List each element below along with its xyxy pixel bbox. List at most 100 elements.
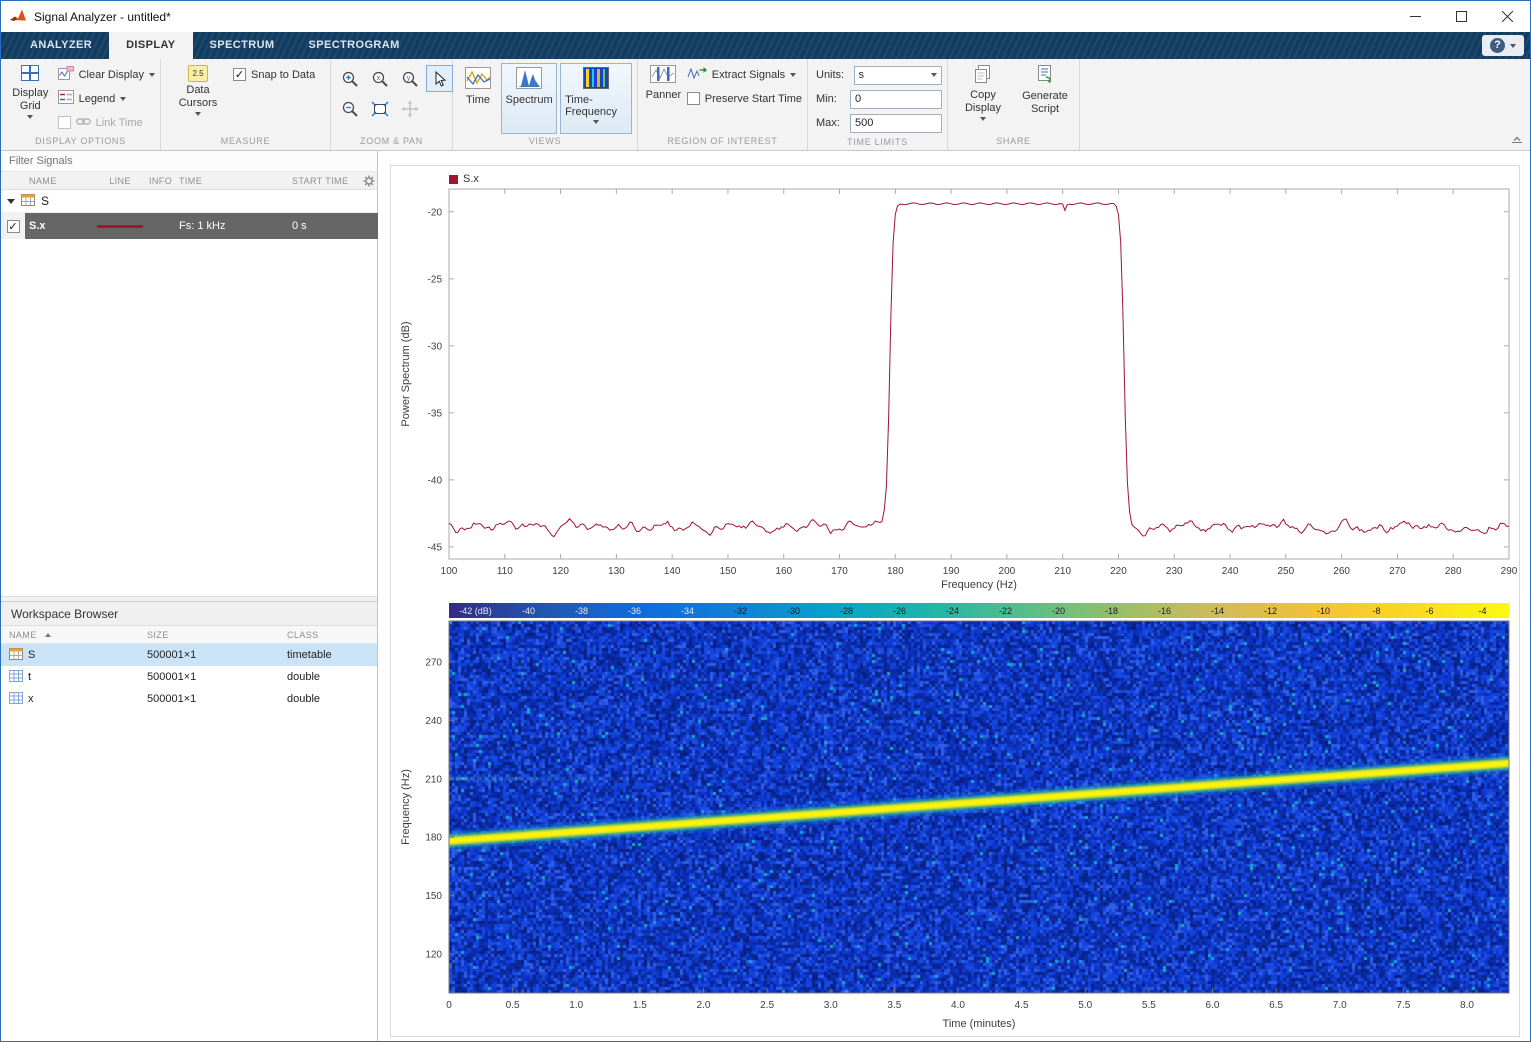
fit-to-view-icon bbox=[371, 100, 389, 118]
collapse-triangle-icon[interactable] bbox=[7, 199, 15, 204]
colorbar-tick-label: -4 bbox=[1478, 606, 1486, 616]
zoom-in-button[interactable] bbox=[336, 65, 363, 92]
clear-display-label: Clear Display bbox=[79, 69, 144, 81]
max-label: Max: bbox=[816, 117, 845, 129]
clear-display-icon bbox=[58, 66, 74, 83]
svg-text:290: 290 bbox=[1501, 566, 1518, 577]
svg-text:7.5: 7.5 bbox=[1396, 1000, 1410, 1011]
svg-text:0.5: 0.5 bbox=[506, 1000, 520, 1011]
workspace-column-name[interactable]: NAME bbox=[1, 630, 141, 640]
svg-text:5.5: 5.5 bbox=[1142, 1000, 1156, 1011]
help-icon: ? bbox=[1490, 38, 1505, 53]
units-select[interactable]: s bbox=[854, 66, 942, 85]
preserve-start-time-checkbox[interactable]: Preserve Start Time bbox=[687, 87, 802, 110]
colorbar-tick-label: -14 bbox=[1211, 606, 1224, 616]
snap-to-data-checkbox[interactable]: ✓ Snap to Data bbox=[233, 63, 315, 86]
display-grid-button[interactable]: Display Grid bbox=[6, 63, 55, 134]
clear-display-button[interactable]: Clear Display bbox=[58, 63, 155, 86]
zoom-out-icon bbox=[341, 100, 359, 118]
signal-name: S.x bbox=[25, 213, 91, 239]
time-view-label: Time bbox=[466, 94, 490, 106]
max-time-input[interactable] bbox=[850, 114, 942, 133]
table-settings-button[interactable] bbox=[360, 175, 378, 187]
fit-to-view-button[interactable] bbox=[366, 95, 393, 122]
svg-text:7.0: 7.0 bbox=[1333, 1000, 1347, 1011]
filter-signals-input[interactable] bbox=[1, 151, 377, 172]
zoom-in-y-button[interactable]: y bbox=[396, 65, 423, 92]
legend-button[interactable]: Legend bbox=[58, 87, 155, 110]
svg-text:270: 270 bbox=[1389, 566, 1406, 577]
svg-text:130: 130 bbox=[608, 566, 625, 577]
column-info[interactable]: INFO bbox=[149, 176, 175, 186]
data-cursors-button[interactable]: 2.5 Data Cursors bbox=[166, 63, 230, 134]
zoom-out-button[interactable] bbox=[336, 95, 363, 122]
tab-display[interactable]: DISPLAY bbox=[109, 32, 192, 59]
close-button[interactable] bbox=[1484, 1, 1530, 32]
workspace-row-S[interactable]: S 500001×1 timetable bbox=[1, 644, 377, 666]
svg-text:230: 230 bbox=[1166, 566, 1183, 577]
collapse-ribbon-button[interactable] bbox=[1511, 133, 1523, 147]
maximize-button[interactable] bbox=[1438, 1, 1484, 32]
section-label: ZOOM & PAN bbox=[331, 134, 452, 150]
link-time-label: Link Time bbox=[96, 117, 143, 129]
min-time-input[interactable] bbox=[850, 90, 942, 109]
section-label: DISPLAY OPTIONS bbox=[1, 134, 160, 150]
section-measure: 2.5 Data Cursors ✓ Snap to Data MEASURE bbox=[161, 59, 331, 150]
spectrogram-image[interactable] bbox=[449, 621, 1509, 993]
chevron-down-icon bbox=[790, 73, 796, 77]
workspace-row-x[interactable]: x 500001×1 double bbox=[1, 688, 377, 710]
legend-label: Legend bbox=[79, 93, 116, 105]
workspace-row-t[interactable]: t 500001×1 double bbox=[1, 666, 377, 688]
column-start-time[interactable]: START TIME bbox=[290, 176, 360, 186]
column-time[interactable]: TIME bbox=[175, 176, 290, 186]
data-cursors-label: Data Cursors bbox=[168, 84, 228, 110]
matrix-icon bbox=[9, 670, 23, 685]
svg-text:y: y bbox=[406, 75, 410, 82]
help-button[interactable]: ? bbox=[1482, 35, 1524, 56]
tab-analyzer[interactable]: ANALYZER bbox=[13, 32, 109, 59]
svg-text:220: 220 bbox=[1110, 566, 1127, 577]
signal-group-row[interactable]: S bbox=[1, 190, 377, 213]
chevron-down-icon bbox=[980, 117, 986, 121]
signal-row-sx[interactable]: ✓ S.x Fs: 1 kHz 0 s bbox=[1, 213, 377, 239]
svg-text:120: 120 bbox=[425, 950, 442, 961]
generate-script-button[interactable]: Generate Script bbox=[1016, 63, 1074, 134]
svg-text:2.0: 2.0 bbox=[697, 1000, 711, 1011]
chevron-down-icon bbox=[195, 112, 201, 116]
power-spectrum-axes[interactable]: 1001101201301401501601701801902002102202… bbox=[391, 166, 1521, 596]
signal-visible-checkbox[interactable]: ✓ bbox=[7, 220, 20, 233]
pan-button[interactable] bbox=[396, 95, 423, 122]
tab-spectrogram[interactable]: SPECTROGRAM bbox=[291, 32, 416, 59]
svg-text:5.0: 5.0 bbox=[1078, 1000, 1092, 1011]
link-time-checkbox[interactable]: Link Time bbox=[58, 111, 155, 134]
extract-signals-button[interactable]: Extract Signals bbox=[687, 63, 802, 86]
zoom-in-x-button[interactable]: x bbox=[366, 65, 393, 92]
spectrum-view-button[interactable]: Spectrum bbox=[501, 63, 557, 134]
units-label: Units: bbox=[816, 69, 849, 81]
svg-text:1.0: 1.0 bbox=[569, 1000, 583, 1011]
column-line[interactable]: LINE bbox=[91, 176, 149, 186]
workspace-column-size[interactable]: SIZE bbox=[141, 630, 281, 640]
display-panel: S.x 100110120130140150160170180190200210… bbox=[390, 165, 1520, 1037]
time-frequency-view-button[interactable]: Time-Frequency bbox=[560, 63, 632, 134]
workspace-column-class[interactable]: CLASS bbox=[281, 630, 377, 640]
zoom-x-icon: x bbox=[371, 70, 389, 88]
signal-info-cell bbox=[149, 213, 175, 239]
colorbar-tick-label: -22 bbox=[999, 606, 1012, 616]
legend-entry-label: S.x bbox=[463, 173, 479, 185]
colorbar-tick-label: -32 bbox=[734, 606, 747, 616]
preserve-start-time-checkbox-box bbox=[687, 92, 700, 105]
power-spectrum-plot[interactable]: S.x 100110120130140150160170180190200210… bbox=[391, 166, 1521, 599]
timetable-icon bbox=[21, 194, 35, 209]
pointer-tool-button[interactable] bbox=[426, 65, 453, 92]
spectrogram-plot[interactable]: -42 (dB)-40-38-36-34-32-30-28-26-24-22-2… bbox=[391, 599, 1521, 1035]
colorbar-tick-label: -34 bbox=[681, 606, 694, 616]
display-ribbon: Display Grid Clear Display bbox=[1, 59, 1530, 151]
column-name[interactable]: NAME bbox=[25, 176, 91, 186]
time-view-button[interactable]: Time bbox=[458, 63, 498, 134]
copy-display-button[interactable]: Copy Display bbox=[953, 63, 1013, 134]
minimize-button[interactable] bbox=[1392, 1, 1438, 32]
generate-script-label: Generate Script bbox=[1018, 90, 1072, 116]
tab-spectrum[interactable]: SPECTRUM bbox=[193, 32, 292, 59]
panner-button[interactable]: Panner bbox=[643, 63, 684, 134]
